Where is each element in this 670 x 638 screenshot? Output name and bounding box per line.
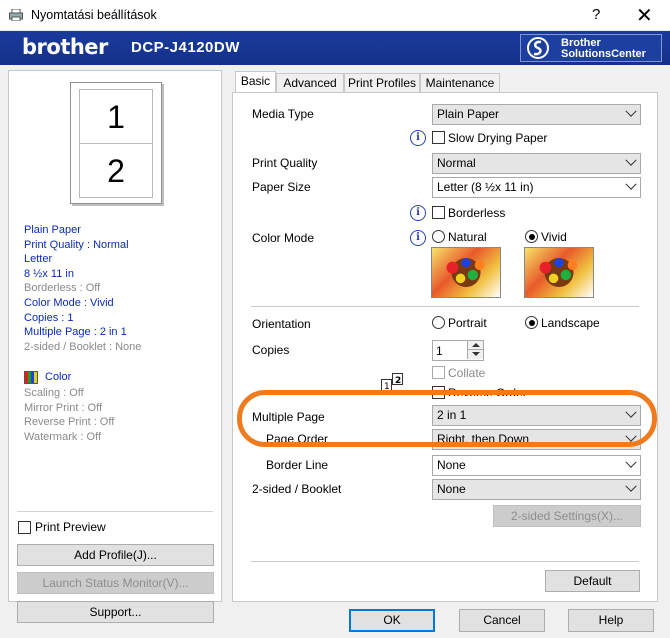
natural-sample-image[interactable] xyxy=(431,247,501,298)
two-sided-value: None xyxy=(437,482,466,496)
solutions-line2: SolutionsCenter xyxy=(561,48,646,60)
summary-paper-size: 8 ½x 11 in xyxy=(24,267,74,280)
chevron-down-icon xyxy=(625,456,637,468)
borderless-checkbox[interactable] xyxy=(432,206,445,219)
summary-mirror: Mirror Print : Off xyxy=(24,401,103,414)
slow-drying-label: Slow Drying Paper xyxy=(448,131,548,145)
color-mode-label: Color Mode xyxy=(252,231,315,245)
page-layout-preview: 1 2 xyxy=(70,82,162,204)
collate-label: Collate xyxy=(448,366,486,380)
default-button[interactable]: Default xyxy=(545,570,640,592)
summary-paper: Letter xyxy=(24,253,53,266)
brand-banner: brother DCP-J4120DW Brother SolutionsCen… xyxy=(0,31,670,65)
summary-list: Plain Paper Print Quality : Normal Lette… xyxy=(24,223,141,354)
border-line-value: None xyxy=(437,458,466,472)
tab-print-profiles[interactable]: Print Profiles xyxy=(344,73,420,93)
summary-borderless: Borderless : Off xyxy=(24,282,101,295)
summary-scaling: Scaling : Off xyxy=(24,387,84,399)
summary-reverse: Reverse Print : Off xyxy=(24,416,115,429)
preview-page-1: 1 xyxy=(79,89,153,144)
media-type-value: Plain Paper xyxy=(437,107,500,121)
landscape-label: Landscape xyxy=(541,316,600,330)
chevron-down-icon xyxy=(625,178,637,190)
vivid-sample-image[interactable] xyxy=(524,247,594,298)
landscape-radio[interactable] xyxy=(525,316,538,329)
natural-label: Natural xyxy=(448,230,487,244)
support-button[interactable]: Support... xyxy=(17,601,214,623)
summary-multiple-page: Multiple Page : 2 in 1 xyxy=(24,326,127,339)
media-type-label: Media Type xyxy=(252,107,314,121)
help-button[interactable]: Help xyxy=(568,609,654,632)
tab-advanced[interactable]: Advanced xyxy=(276,73,344,93)
two-sided-settings-button[interactable]: 2-sided Settings(X)... xyxy=(493,505,641,527)
print-preview-label: Print Preview xyxy=(35,520,106,534)
summary-color-label: Color xyxy=(45,371,72,383)
two-sided-label: 2-sided / Booklet xyxy=(252,482,342,496)
summary-color-mode: Color Mode : Vivid xyxy=(24,296,114,309)
orientation-label: Orientation xyxy=(252,317,311,331)
border-line-label: Border Line xyxy=(266,458,329,472)
print-quality-select[interactable]: Normal xyxy=(432,153,641,174)
window-title: Nyomtatási beállítások xyxy=(31,8,157,22)
brother-logo: brother xyxy=(22,35,108,59)
summary-quality: Print Quality : Normal xyxy=(24,238,129,251)
print-quality-value: Normal xyxy=(437,156,476,170)
print-quality-label: Print Quality xyxy=(252,156,318,170)
section-divider xyxy=(251,306,639,307)
vivid-radio[interactable] xyxy=(525,230,538,243)
info-icon[interactable]: i xyxy=(410,205,426,221)
two-sided-select[interactable]: None xyxy=(432,479,641,500)
left-divider xyxy=(17,511,213,512)
color-icon xyxy=(24,371,38,384)
natural-radio[interactable] xyxy=(432,230,445,243)
decrement-arrow-icon[interactable] xyxy=(467,350,483,359)
tab-maintenance[interactable]: Maintenance xyxy=(420,73,500,93)
summary-two-sided: 2-sided / Booklet : None xyxy=(24,340,142,353)
preview-page-2: 2 xyxy=(79,143,153,198)
printer-icon xyxy=(9,9,23,21)
close-button[interactable]: ✕ xyxy=(636,3,653,28)
bottom-divider xyxy=(251,561,639,562)
launch-status-monitor-button[interactable]: Launch Status Monitor(V)... xyxy=(17,572,214,594)
highlight-annotation xyxy=(237,390,657,447)
multiple-page-icon: 1 2 xyxy=(381,373,403,391)
chevron-down-icon xyxy=(625,480,637,492)
portrait-radio[interactable] xyxy=(432,316,445,329)
paper-size-label: Paper Size xyxy=(252,180,311,194)
slow-drying-checkbox[interactable] xyxy=(432,131,445,144)
summary-watermark: Watermark : Off xyxy=(24,430,102,443)
tab-basic[interactable]: Basic xyxy=(235,71,276,93)
help-title-button[interactable]: ? xyxy=(592,6,600,23)
summary-media: Plain Paper xyxy=(24,224,81,236)
chevron-down-icon xyxy=(625,154,637,166)
info-icon[interactable]: i xyxy=(410,130,426,146)
collate-checkbox[interactable] xyxy=(432,366,445,379)
increment-arrow-icon[interactable] xyxy=(467,341,483,350)
printer-model: DCP-J4120DW xyxy=(131,39,240,56)
border-line-select[interactable]: None xyxy=(432,455,641,476)
paper-size-select[interactable]: Letter (8 ½x 11 in) xyxy=(432,177,641,198)
cancel-button[interactable]: Cancel xyxy=(459,609,545,632)
media-type-select[interactable]: Plain Paper xyxy=(432,104,641,125)
summary-copies: Copies : 1 xyxy=(24,311,74,324)
copies-label: Copies xyxy=(252,343,290,357)
svg-text:2: 2 xyxy=(395,376,401,386)
portrait-label: Portrait xyxy=(448,316,487,330)
chevron-down-icon xyxy=(625,105,637,117)
solutions-center-icon xyxy=(527,37,549,59)
borderless-label: Borderless xyxy=(448,206,506,220)
copies-stepper[interactable]: 1 xyxy=(432,340,484,361)
summary-list-2: Scaling : Off Mirror Print : Off Reverse… xyxy=(24,386,114,444)
copies-value: 1 xyxy=(436,344,443,358)
paper-size-value: Letter (8 ½x 11 in) xyxy=(437,180,534,194)
ok-button[interactable]: OK xyxy=(349,609,435,632)
vivid-label: Vivid xyxy=(541,230,567,244)
info-icon[interactable]: i xyxy=(410,230,426,246)
solutions-center-button[interactable]: Brother SolutionsCenter xyxy=(520,34,662,62)
print-preview-checkbox[interactable] xyxy=(18,521,31,534)
settings-summary-pane: 1 2 Plain Paper Print Quality : Normal L… xyxy=(8,70,222,623)
add-profile-button[interactable]: Add Profile(J)... xyxy=(17,544,214,566)
title-bar: Nyomtatási beállítások ? ✕ xyxy=(0,0,670,31)
